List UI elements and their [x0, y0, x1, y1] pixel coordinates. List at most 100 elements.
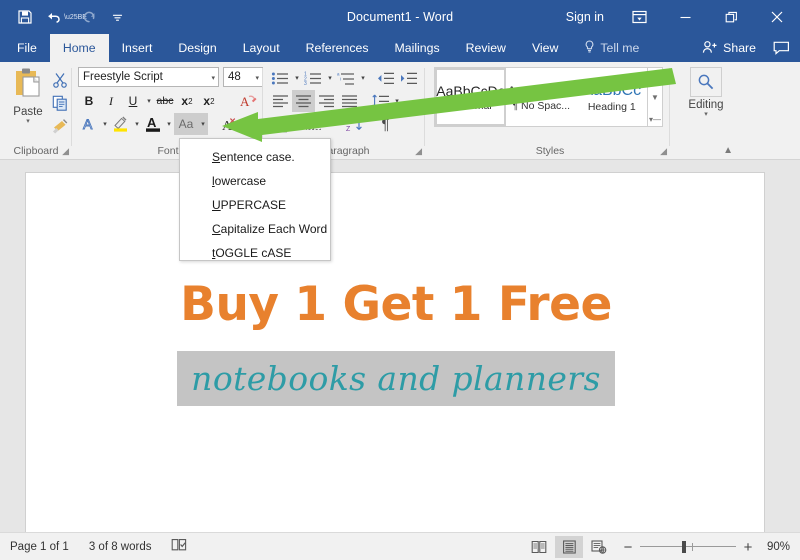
strikethrough-button[interactable]: abc: [154, 90, 176, 112]
copy-icon[interactable]: [48, 91, 72, 114]
chevron-down-icon[interactable]: ▾: [255, 74, 259, 82]
styles-scroll-down-icon[interactable]: ▼: [651, 93, 659, 102]
styles-dialog-launcher-icon[interactable]: ◢: [660, 146, 667, 157]
paste-icon: [11, 66, 45, 105]
ribbon-display-options-icon[interactable]: [616, 0, 662, 34]
font-name-combobox[interactable]: Freestyle Script ▾: [78, 67, 219, 87]
superscript-button[interactable]: x2: [198, 90, 220, 112]
shading-button[interactable]: [269, 113, 292, 135]
restore-button[interactable]: [708, 0, 754, 34]
text-effects-button[interactable]: A: [237, 90, 259, 112]
web-layout-icon[interactable]: [585, 536, 613, 558]
menu-item-capitalize-each-word[interactable]: Capitalize Each Word: [180, 217, 330, 241]
word-count[interactable]: 3 of 8 words: [79, 541, 162, 553]
zoom-level[interactable]: 90%: [760, 541, 794, 553]
change-case-dropdown-icon[interactable]: ▾: [198, 113, 208, 135]
decrease-indent-button[interactable]: [374, 67, 397, 89]
shading-dropdown-icon[interactable]: ▾: [292, 113, 302, 135]
increase-indent-button[interactable]: [397, 67, 420, 89]
bullets-dropdown-icon[interactable]: ▾: [292, 67, 302, 89]
zoom-slider-thumb[interactable]: [682, 541, 686, 553]
clear-formatting-button[interactable]: A: [218, 113, 240, 135]
svg-text:A: A: [346, 118, 351, 125]
multilevel-list-button[interactable]: ai: [335, 67, 358, 89]
italic-button[interactable]: I: [100, 90, 122, 112]
document-subheading-line: notebooks and planners: [26, 351, 766, 406]
styles-scroll-up-icon[interactable]: ▲: [651, 70, 659, 79]
proofing-icon[interactable]: [161, 538, 197, 555]
clipboard-dialog-launcher-icon[interactable]: ◢: [62, 146, 69, 157]
document-page[interactable]: Buy 1 Get 1 Free notebooks and planners: [25, 172, 765, 544]
line-spacing-button[interactable]: [369, 90, 392, 112]
font-size-combobox[interactable]: 48 ▾: [223, 67, 263, 87]
tab-layout[interactable]: Layout: [230, 34, 293, 62]
highlight-dropdown-icon[interactable]: ▾: [132, 113, 142, 135]
sort-button[interactable]: AZ: [343, 113, 366, 135]
menu-item-lowercase[interactable]: lowercase: [180, 169, 330, 193]
read-mode-icon[interactable]: [525, 536, 553, 558]
numbering-button[interactable]: 123: [302, 67, 325, 89]
borders-dropdown-icon[interactable]: ▾: [325, 113, 335, 135]
tab-insert[interactable]: Insert: [109, 34, 166, 62]
bold-button[interactable]: B: [78, 90, 100, 112]
editing-button[interactable]: Editing ▾: [683, 67, 729, 119]
status-bar: Page 1 of 1 3 of 8 words − + 90%: [0, 532, 800, 560]
minimize-button[interactable]: [662, 0, 708, 34]
editing-dropdown-icon[interactable]: ▾: [704, 111, 708, 119]
tab-file[interactable]: File: [4, 34, 50, 62]
tab-review[interactable]: Review: [453, 34, 519, 62]
align-left-button[interactable]: [269, 90, 292, 112]
font-color-button[interactable]: A: [142, 113, 164, 135]
svg-text:Z: Z: [346, 126, 351, 132]
sign-in-button[interactable]: Sign in: [554, 10, 616, 24]
menu-item-toggle-case[interactable]: tOGGLE cASE: [180, 241, 330, 265]
style-no-spacing[interactable]: AaBbCcDc ¶ No Spac...: [506, 68, 577, 126]
zoom-out-button[interactable]: −: [621, 539, 635, 556]
cut-icon[interactable]: [48, 68, 72, 91]
tab-references[interactable]: References: [293, 34, 382, 62]
tab-design[interactable]: Design: [165, 34, 229, 62]
text-effects-typography-button[interactable]: A: [78, 113, 100, 135]
style-normal[interactable]: AaBbCcDc ¶ Normal: [435, 68, 506, 126]
change-case-button[interactable]: Aa: [174, 113, 198, 135]
multilevel-dropdown-icon[interactable]: ▾: [358, 67, 368, 89]
style-heading-1[interactable]: AaBbCс Heading 1: [577, 68, 648, 126]
paste-button[interactable]: Paste ▾: [6, 66, 50, 126]
zoom-slider[interactable]: [640, 541, 736, 553]
font-color-dropdown-icon[interactable]: ▾: [164, 113, 174, 135]
align-right-button[interactable]: [315, 90, 338, 112]
borders-button[interactable]: [302, 113, 325, 135]
underline-dropdown-icon[interactable]: ▾: [144, 90, 154, 112]
subscript-button[interactable]: x2: [176, 90, 198, 112]
bullets-button[interactable]: [269, 67, 292, 89]
justify-button[interactable]: [338, 90, 361, 112]
print-layout-icon[interactable]: [555, 536, 583, 558]
numbering-dropdown-icon[interactable]: ▾: [325, 67, 335, 89]
close-button[interactable]: [754, 0, 800, 34]
show-formatting-marks-button[interactable]: ¶: [374, 113, 397, 135]
menu-item-sentence-case[interactable]: Sentence case.: [180, 145, 330, 169]
separator: [424, 68, 425, 146]
align-center-button[interactable]: [292, 90, 315, 112]
menu-item-uppercase[interactable]: UPPERCASE: [180, 193, 330, 217]
paragraph-row-1: ▾ 123 ▾ ai ▾: [269, 67, 420, 89]
text-highlight-color-button[interactable]: [110, 113, 132, 135]
paste-dropdown-icon[interactable]: ▾: [26, 118, 30, 126]
collapse-ribbon-icon[interactable]: ▲: [723, 145, 733, 156]
share-button[interactable]: Share: [694, 40, 764, 57]
format-painter-icon[interactable]: [48, 114, 72, 137]
tell-me-box[interactable]: Tell me: [571, 34, 652, 62]
tab-mailings[interactable]: Mailings: [382, 34, 453, 62]
line-spacing-dropdown-icon[interactable]: ▾: [392, 90, 402, 112]
tab-view[interactable]: View: [519, 34, 571, 62]
page-indicator[interactable]: Page 1 of 1: [0, 541, 79, 553]
paragraph-dialog-launcher-icon[interactable]: ◢: [415, 146, 422, 157]
styles-more-icon[interactable]: ▾—: [649, 115, 661, 124]
underline-button[interactable]: U: [122, 90, 144, 112]
text-effects-dropdown-icon[interactable]: ▾: [100, 113, 110, 135]
tab-home[interactable]: Home: [49, 34, 109, 62]
comments-icon[interactable]: [764, 41, 798, 55]
word-window: \u25BE Document1 - Word Sign in File Hom…: [0, 0, 800, 560]
zoom-in-button[interactable]: +: [741, 539, 755, 556]
chevron-down-icon[interactable]: ▾: [211, 74, 215, 82]
